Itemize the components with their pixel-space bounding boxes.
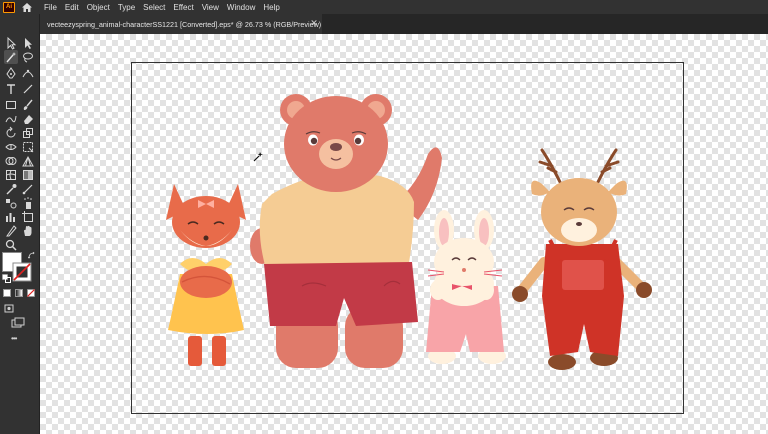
shaper-tool-icon[interactable] (4, 112, 18, 126)
canvas[interactable] (40, 34, 768, 434)
measure-tool-icon[interactable] (21, 182, 35, 196)
menu-select[interactable]: Select (143, 3, 165, 12)
rotate-tool-icon[interactable] (4, 126, 18, 140)
type-tool-icon[interactable] (4, 82, 18, 96)
mesh-tool-icon[interactable] (4, 168, 18, 182)
illustrator-logo: Ai (3, 1, 15, 13)
column-graph-tool-icon[interactable] (4, 210, 18, 224)
curvature-tool-icon[interactable] (21, 66, 35, 80)
document-tab-title: vecteezyspring_animal-characterSS1221 [C… (47, 19, 322, 29)
scale-tool-icon[interactable] (21, 126, 35, 140)
blend-tool-icon[interactable] (4, 196, 18, 210)
document-tab[interactable]: vecteezyspring_animal-characterSS1221 [C… (40, 14, 322, 34)
artboard-tool-icon[interactable] (21, 210, 35, 224)
line-segment-tool-icon[interactable] (21, 82, 35, 96)
gradient-tool-icon[interactable] (21, 168, 35, 182)
slice-tool-icon[interactable] (4, 224, 18, 238)
width-tool-icon[interactable] (4, 140, 18, 154)
lasso-tool-icon[interactable] (21, 50, 35, 64)
menu-object[interactable]: Object (87, 3, 110, 12)
magic-wand-tool-icon[interactable] (4, 50, 18, 64)
deer-character[interactable] (512, 148, 652, 370)
menu-file[interactable]: File (44, 3, 57, 12)
home-icon[interactable] (21, 2, 33, 13)
direct-selection-tool-icon[interactable] (21, 36, 35, 50)
menu-type[interactable]: Type (118, 3, 135, 12)
change-screen-mode-icon[interactable] (11, 317, 25, 329)
menu-window[interactable]: Window (227, 3, 255, 12)
zoom-tool-icon[interactable] (4, 238, 18, 252)
menu-edit[interactable]: Edit (65, 3, 79, 12)
fox-character[interactable] (166, 184, 246, 366)
stroke-color-swatch[interactable] (12, 262, 32, 282)
none-mode-icon[interactable] (27, 289, 35, 297)
selection-tool-icon[interactable] (4, 36, 18, 50)
menu-effect[interactable]: Effect (173, 3, 193, 12)
hand-tool-icon[interactable] (21, 224, 35, 238)
eraser-tool-icon[interactable] (21, 112, 35, 126)
pen-tool-icon[interactable] (4, 66, 18, 80)
color-mode-icon[interactable] (3, 289, 11, 297)
eyedropper-tool-icon[interactable] (4, 182, 18, 196)
magic-wand-cursor-icon (253, 152, 263, 162)
menu-view[interactable]: View (202, 3, 219, 12)
rectangle-tool-icon[interactable] (4, 98, 18, 112)
default-fill-stroke-icon[interactable] (2, 274, 11, 283)
menu-bar: Ai File Edit Object Type Select Effect V… (0, 0, 768, 14)
tools-panel: ••• (0, 14, 40, 434)
symbol-sprayer-tool-icon[interactable] (21, 196, 35, 210)
draw-mode-icon[interactable] (4, 304, 16, 314)
perspective-grid-tool-icon[interactable] (21, 154, 35, 168)
close-tab-icon[interactable]: ✕ (308, 17, 320, 29)
menu-help[interactable]: Help (263, 3, 279, 12)
edit-toolbar-icon[interactable]: ••• (11, 334, 27, 344)
animal-characters-artwork[interactable] (40, 34, 768, 434)
shape-builder-tool-icon[interactable] (4, 154, 18, 168)
bunny-character[interactable] (426, 210, 506, 364)
paintbrush-tool-icon[interactable] (21, 98, 35, 112)
document-tab-bar: vecteezyspring_animal-characterSS1221 [C… (40, 14, 768, 34)
free-transform-tool-icon[interactable] (21, 140, 35, 154)
gradient-mode-icon[interactable] (15, 289, 23, 297)
bear-character[interactable] (250, 94, 442, 368)
swap-fill-stroke-icon[interactable] (27, 251, 36, 260)
